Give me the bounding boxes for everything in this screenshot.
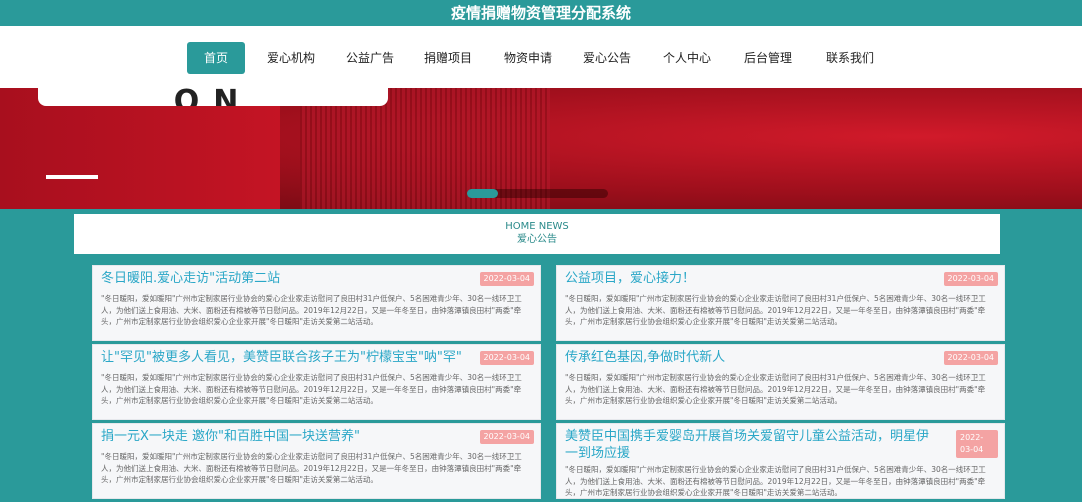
news-card-title[interactable]: 传承红色基因,争做时代新人 — [565, 349, 925, 367]
news-card-summary: "冬日暖阳，爱如暖阳"广州市定制家居行业协会的爱心企业家走访慰问了良田村31户低… — [565, 373, 986, 405]
nav-item-donation-projects[interactable]: 捐赠项目 — [415, 42, 481, 74]
nav-item-home[interactable]: 首页 — [187, 42, 245, 74]
news-card-title[interactable]: 公益项目，爱心接力！ — [565, 270, 925, 288]
news-card[interactable]: 公益项目，爱心接力！ 2022-03-04 "冬日暖阳，爱如暖阳"广州市定制家居… — [556, 265, 1005, 341]
banner-decoration — [46, 175, 98, 179]
news-card[interactable]: 传承红色基因,争做时代新人 2022-03-04 "冬日暖阳，爱如暖阳"广州市定… — [556, 344, 1005, 420]
nav-item-supply-request[interactable]: 物资申请 — [495, 42, 561, 74]
news-section-header: HOME NEWS 爱心公告 — [74, 214, 1000, 254]
nav-item-public-ads[interactable]: 公益广告 — [337, 42, 403, 74]
news-card-summary: "冬日暖阳，爱如暖阳"广州市定制家居行业协会的爱心企业家走访慰问了良田村31户低… — [101, 452, 522, 484]
news-heading-en: HOME NEWS — [505, 221, 569, 232]
news-card-date: 2022-03-04 — [479, 430, 534, 444]
news-card-date: 2022-03-04 — [956, 430, 998, 458]
news-card-summary: "冬日暖阳，爱如暖阳"广州市定制家居行业协会的爱心企业家走访慰问了良田村31户低… — [565, 465, 986, 497]
nav-item-charity-orgs[interactable]: 爱心机构 — [258, 42, 324, 74]
banner-sign-text: PASS LOVE ON — [59, 88, 352, 106]
news-card-title[interactable]: 冬日暖阳.爱心走访"活动第二站 — [101, 270, 461, 288]
news-card-summary: "冬日暖阳，爱如暖阳"广州市定制家居行业协会的爱心企业家走访慰问了良田村31户低… — [101, 373, 522, 405]
news-card[interactable]: 美赞臣中国携手爱婴岛开展首场关爱留守儿童公益活动，明星伊一到场应援 2022-0… — [556, 423, 1005, 499]
site-title: 疫情捐赠物资管理分配系统 — [0, 0, 1082, 26]
banner-sign: PASS LOVE ON — [38, 88, 388, 106]
news-card-date: 2022-03-04 — [943, 272, 998, 286]
nav-item-personal-center[interactable]: 个人中心 — [654, 42, 720, 74]
news-card-summary: "冬日暖阳，爱如暖阳"广州市定制家居行业协会的爱心企业家走访慰问了良田村31户低… — [101, 294, 522, 326]
nav-item-charity-notice[interactable]: 爱心公告 — [574, 42, 640, 74]
news-card[interactable]: 捐一元X一块走 邀你"和百胜中国一块送营养" 2022-03-04 "冬日暖阳，… — [92, 423, 541, 499]
news-card-title[interactable]: 美赞臣中国携手爱婴岛开展首场关爱留守儿童公益活动，明星伊一到场应援 — [565, 428, 933, 462]
carousel-progress[interactable] — [467, 189, 608, 198]
news-card-date: 2022-03-04 — [943, 351, 998, 365]
news-card-summary: "冬日暖阳，爱如暖阳"广州市定制家居行业协会的爱心企业家走访慰问了良田村31户低… — [565, 294, 986, 326]
news-card[interactable]: 冬日暖阳.爱心走访"活动第二站 2022-03-04 "冬日暖阳，爱如暖阳"广州… — [92, 265, 541, 341]
news-card-date: 2022-03-04 — [479, 272, 534, 286]
news-card[interactable]: 让"罕见"被更多人看见，美赞臣联合孩子王为"柠檬宝宝"呐"罕" 2022-03-… — [92, 344, 541, 420]
news-card-title[interactable]: 捐一元X一块走 邀你"和百胜中国一块送营养" — [101, 428, 461, 446]
nav-item-admin[interactable]: 后台管理 — [735, 42, 801, 74]
news-card-date: 2022-03-04 — [479, 351, 534, 365]
nav-item-contact[interactable]: 联系我们 — [817, 42, 883, 74]
carousel-progress-fill — [467, 189, 499, 198]
main-nav: 首页 爱心机构 公益广告 捐赠项目 物资申请 爱心公告 个人中心 后台管理 联系… — [0, 26, 1082, 88]
news-heading-cn: 爱心公告 — [517, 234, 557, 245]
news-card-title[interactable]: 让"罕见"被更多人看见，美赞臣联合孩子王为"柠檬宝宝"呐"罕" — [101, 349, 462, 367]
